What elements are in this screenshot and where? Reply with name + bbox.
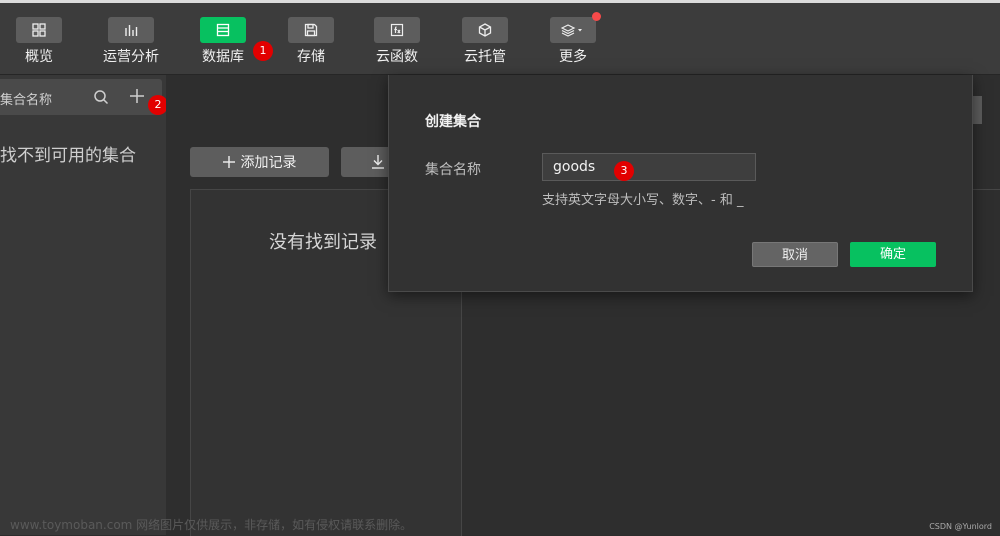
toolbar-label: 数据库 (202, 49, 244, 65)
toolbar-label: 更多 (559, 49, 587, 65)
toolbar-more[interactable]: 更多 (538, 12, 608, 66)
toolbar-analytics[interactable]: 运营分析 (96, 17, 166, 66)
collection-search-bar[interactable]: 集合名称 (0, 79, 162, 115)
toolbar-label: 运营分析 (103, 49, 159, 65)
cube-icon (462, 17, 508, 43)
add-record-button[interactable]: 添加记录 (190, 147, 329, 177)
toolbar-label: 存储 (297, 49, 325, 65)
layers-icon (550, 12, 601, 43)
step-badge-3: 3 (614, 161, 634, 181)
toolbar-storage[interactable]: 存储 (276, 17, 346, 66)
credit-text: CSDN @Yunlord (929, 522, 992, 531)
records-empty-text: 没有找到记录 (269, 232, 377, 253)
download-icon (372, 155, 384, 169)
collection-sidebar: 集合名称 找不到可用的集合 (0, 75, 166, 535)
cancel-button[interactable]: 取消 (752, 242, 838, 267)
confirm-button[interactable]: 确定 (850, 242, 936, 267)
collection-name-label: 集合名称 (425, 162, 481, 178)
step-badge-2: 2 (148, 95, 168, 115)
toolbar-cloud-function[interactable]: 云函数 (362, 17, 432, 66)
toolbar-overview[interactable]: 概览 (4, 17, 74, 66)
plus-icon (222, 156, 235, 168)
collection-name-input[interactable] (542, 153, 756, 181)
notification-dot (592, 12, 601, 21)
add-record-label: 添加记录 (240, 155, 297, 171)
sidebar-empty-text: 找不到可用的集合 (0, 146, 136, 166)
database-icon (200, 17, 246, 43)
function-icon (374, 17, 420, 43)
step-badge-1: 1 (253, 41, 273, 61)
toolbar-database[interactable]: 数据库 (188, 17, 258, 66)
save-icon (288, 17, 334, 43)
create-collection-dialog: 创建集合 集合名称 支持英文字母大小写、数字、- 和 _ 取消 确定 (388, 75, 973, 292)
dialog-title: 创建集合 (425, 114, 481, 130)
collection-name-hint: 支持英文字母大小写、数字、- 和 _ (542, 193, 744, 208)
toolbar-label: 概览 (25, 49, 53, 65)
bar-chart-icon (108, 17, 154, 43)
search-icon[interactable] (93, 89, 109, 109)
watermark-text: www.toymoban.com 网络图片仅供展示，非存储，如有侵权请联系删除。 (10, 518, 413, 532)
collection-search-input[interactable]: 集合名称 (0, 89, 52, 108)
grid-icon (16, 17, 62, 43)
toolbar-label: 云托管 (464, 49, 506, 65)
toolbar-label: 云函数 (376, 49, 418, 65)
top-toolbar: 概览 运营分析 数据库 存储 云函数 云托管 更多 (0, 3, 1000, 75)
add-collection-plus-icon[interactable] (129, 88, 145, 108)
toolbar-cloud-hosting[interactable]: 云托管 (450, 17, 520, 66)
